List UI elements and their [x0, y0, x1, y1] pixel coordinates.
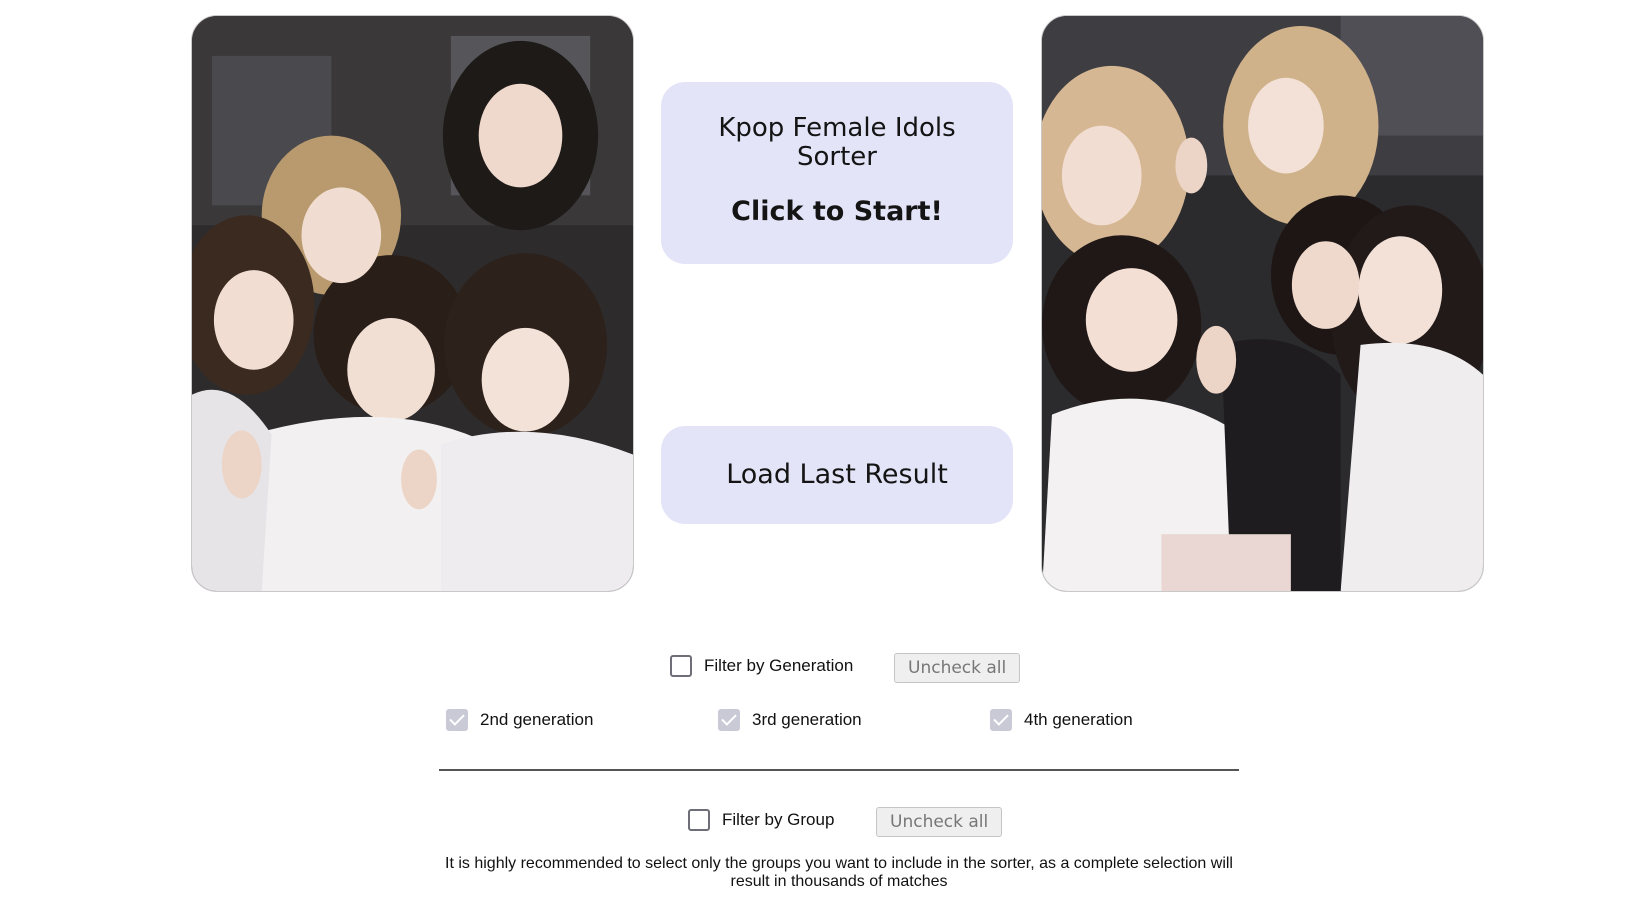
sorter-page: Kpop Female Idols Sorter Click to Start!… [0, 0, 1647, 905]
start-sorter-button[interactable]: Kpop Female Idols Sorter Click to Start! [661, 82, 1013, 264]
sorter-title: Kpop Female Idols Sorter [718, 113, 956, 172]
generation-2nd-checkbox[interactable] [446, 709, 468, 731]
right-idol-photo[interactable] [1041, 15, 1484, 592]
left-photo-image [192, 16, 633, 591]
generation-option-3rd[interactable]: 3rd generation [718, 709, 862, 731]
filter-by-group-checkbox[interactable] [688, 809, 710, 831]
filter-by-generation-row: Filter by Generation [670, 655, 853, 677]
generation-4th-checkbox[interactable] [990, 709, 1012, 731]
filter-by-group-label: Filter by Group [722, 810, 835, 829]
filter-by-group-row: Filter by Group [688, 809, 834, 831]
generation-2nd-label: 2nd generation [480, 710, 594, 729]
left-idol-photo[interactable] [191, 15, 634, 592]
generation-option-2nd[interactable]: 2nd generation [446, 709, 593, 731]
generation-4th-label: 4th generation [1024, 710, 1133, 729]
group-uncheck-all-button[interactable]: Uncheck all [876, 807, 1003, 837]
right-photo-image [1042, 16, 1483, 591]
generation-uncheck-all-button[interactable]: Uncheck all [894, 653, 1021, 683]
filter-by-generation-label: Filter by Generation [704, 656, 854, 675]
generation-3rd-label: 3rd generation [752, 710, 862, 729]
generation-option-4th[interactable]: 4th generation [990, 709, 1133, 731]
section-divider [439, 769, 1239, 771]
group-selection-note: It is highly recommended to select only … [445, 855, 1233, 890]
load-last-result-button[interactable]: Load Last Result [661, 426, 1013, 524]
click-to-start-label: Click to Start! [731, 196, 943, 227]
filter-by-generation-checkbox[interactable] [670, 655, 692, 677]
generation-3rd-checkbox[interactable] [718, 709, 740, 731]
